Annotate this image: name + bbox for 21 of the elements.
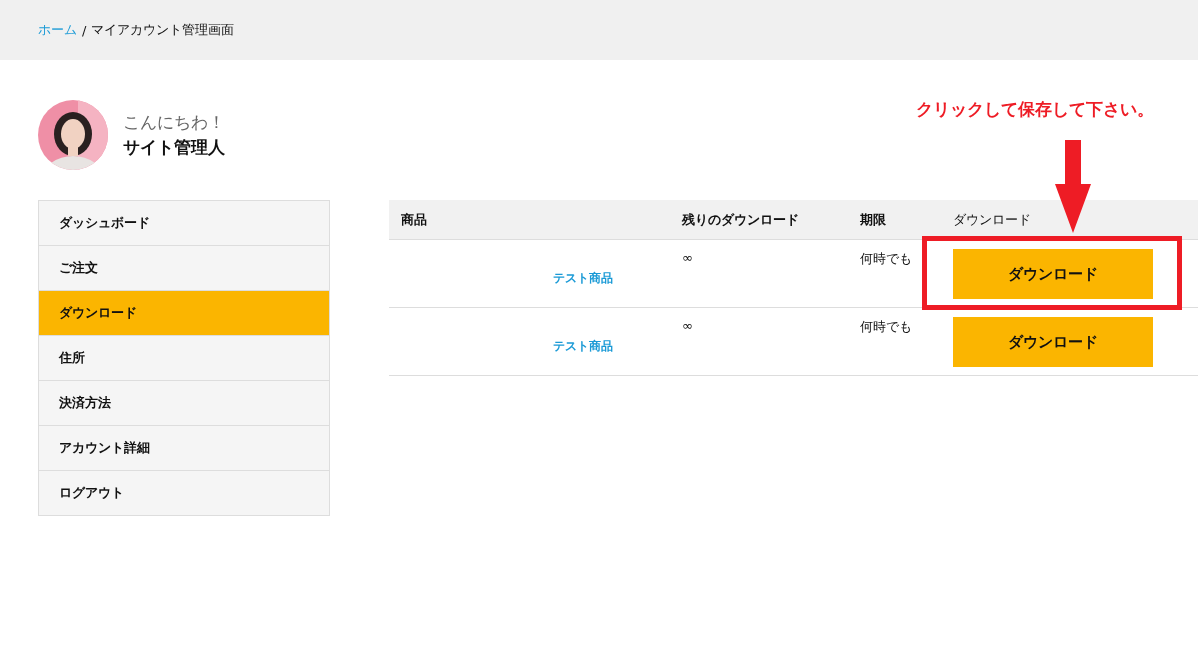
sidebar-item[interactable]: 住所 [39, 335, 329, 380]
user-name: サイト管理人 [123, 136, 225, 159]
column-header: 残りのダウンロード [670, 200, 848, 240]
sidebar-item[interactable]: 決済方法 [39, 380, 329, 425]
annotation-text: クリックして保存して下さい。 [916, 98, 1154, 121]
sidebar-item[interactable]: ダウンロード [39, 290, 329, 335]
remaining-downloads: ∞ [682, 250, 693, 265]
sidebar-item[interactable]: アカウント詳細 [39, 425, 329, 470]
expiry-text: 何時でも [860, 251, 912, 266]
breadcrumb-current: マイアカウント管理画面 [91, 21, 235, 39]
download-button[interactable]: ダウンロード [953, 317, 1153, 367]
expiry-text: 何時でも [860, 319, 912, 334]
sidebar-item[interactable]: ダッシュボード [39, 201, 329, 245]
remaining-downloads: ∞ [682, 318, 693, 333]
breadcrumb-separator: / [82, 22, 87, 38]
column-header: 期限 [848, 200, 941, 240]
sidebar-item[interactable]: ログアウト [39, 470, 329, 515]
greeting-text: こんにちわ！ [123, 111, 225, 134]
down-arrow-icon [1054, 138, 1092, 234]
column-header: 商品 [389, 200, 670, 240]
download-button[interactable]: ダウンロード [953, 249, 1153, 299]
